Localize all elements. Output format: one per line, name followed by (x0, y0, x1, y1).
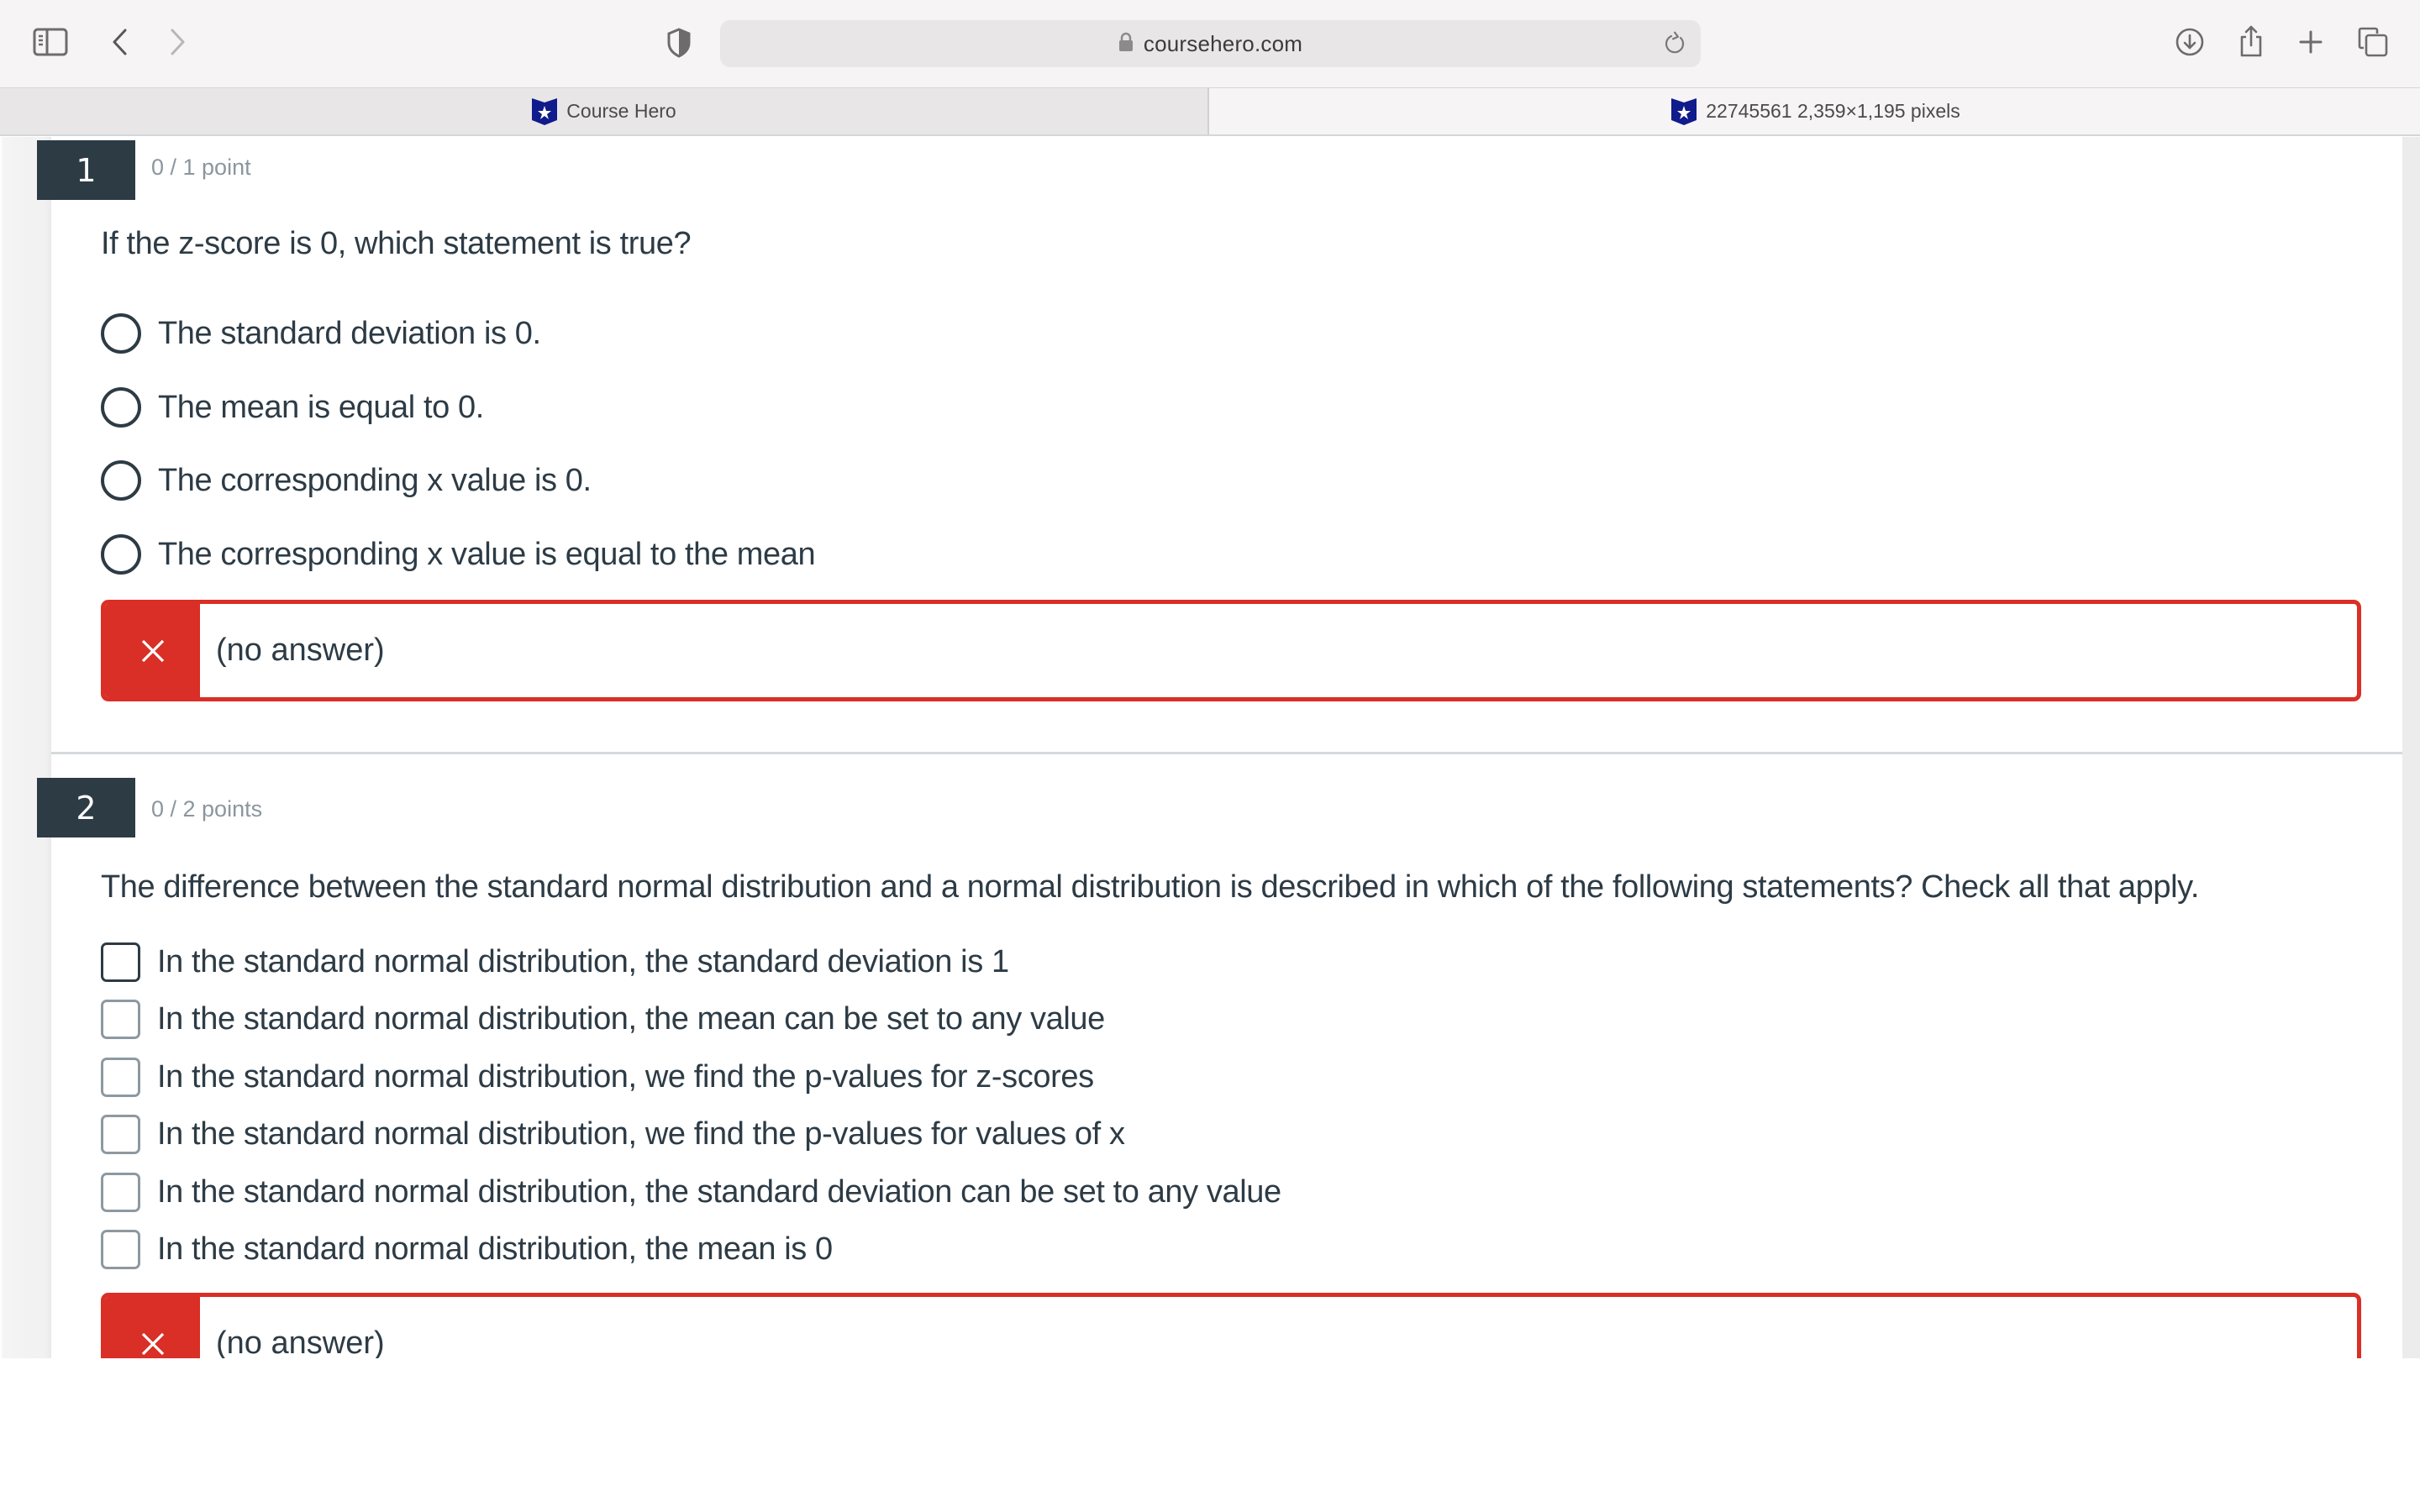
answer-label: In the standard normal distribution, the… (157, 943, 1009, 979)
chevron-right-icon (171, 29, 185, 55)
question-text: The difference between the standard norm… (101, 869, 2200, 905)
answer-option[interactable]: In the standard normal distribution, we … (101, 1053, 1094, 1100)
question-text: If the z-score is 0, which statement is … (101, 226, 692, 261)
answer-label: The mean is equal to 0. (158, 389, 484, 425)
checkbox[interactable] (101, 1057, 140, 1097)
sidebar-icon[interactable] (32, 27, 69, 57)
answer-option[interactable]: The corresponding x value is equal to th… (101, 531, 816, 578)
checkbox[interactable] (101, 1172, 140, 1212)
answer-option[interactable]: The mean is equal to 0. (101, 384, 484, 431)
coursehero-logo-icon (1671, 97, 1697, 125)
feedback-text: (no answer) (216, 1326, 385, 1358)
answer-option[interactable]: In the standard normal distribution, the… (101, 1226, 833, 1273)
question-points: 0 / 2 points (151, 796, 263, 822)
tab-title: 22745561 2,359×1,195 pixels (1706, 100, 1960, 122)
answer-option[interactable]: In the standard normal distribution, the… (101, 938, 1009, 985)
checkbox[interactable] (101, 942, 140, 982)
page-scrollbar-track[interactable] (2402, 137, 2420, 1358)
coursehero-logo-icon (532, 97, 558, 125)
tab-bar: Course Hero 22745561 2,359×1,195 pixels (0, 87, 2420, 136)
answer-label: The corresponding x value is 0. (158, 462, 592, 498)
lock-icon (1118, 32, 1134, 56)
answer-option[interactable]: The standard deviation is 0. (101, 310, 541, 357)
answer-label: The standard deviation is 0. (158, 315, 541, 351)
answer-label: In the standard normal distribution, the… (157, 1173, 1281, 1210)
new-tab-button[interactable] (2298, 29, 2323, 55)
answer-option[interactable]: In the standard normal distribution, the… (101, 995, 1105, 1042)
answer-label: In the standard normal distribution, the… (157, 1000, 1105, 1037)
checkbox[interactable] (101, 1229, 140, 1269)
question-divider (51, 752, 2402, 754)
plus-icon (2299, 30, 2323, 54)
question-number-badge: 1 (37, 140, 135, 200)
share-icon[interactable] (2238, 24, 2265, 59)
page-gutter-left (0, 137, 51, 1358)
chevron-left-icon (113, 29, 127, 55)
shield-icon[interactable] (666, 27, 692, 59)
forward-button[interactable] (166, 25, 190, 59)
radio-button[interactable] (101, 313, 141, 354)
reload-icon[interactable] (1662, 30, 1689, 57)
radio-button[interactable] (101, 387, 141, 428)
x-icon (105, 1297, 200, 1358)
tab-course-hero[interactable]: Course Hero (0, 88, 1209, 134)
radio-button[interactable] (101, 534, 141, 575)
browser-toolbar: coursehero.com (0, 0, 2420, 87)
checkbox[interactable] (101, 999, 140, 1039)
download-icon[interactable] (2175, 27, 2205, 57)
answer-option[interactable]: In the standard normal distribution, we … (101, 1110, 1125, 1158)
question-number-badge: 2 (37, 778, 135, 837)
answer-feedback-incorrect: (no answer) (101, 1293, 2361, 1358)
tabs-icon[interactable] (2358, 27, 2388, 57)
feedback-text: (no answer) (216, 633, 385, 668)
answer-option[interactable]: The corresponding x value is 0. (101, 457, 592, 504)
answer-label: In the standard normal distribution, we … (157, 1058, 1094, 1095)
answer-label: In the standard normal distribution, we … (157, 1116, 1125, 1152)
answer-label: In the standard normal distribution, the… (157, 1231, 833, 1267)
tab-image-view[interactable]: 22745561 2,359×1,195 pixels (1211, 88, 2420, 134)
x-icon (105, 604, 200, 697)
tab-title: Course Hero (566, 100, 676, 122)
answer-label: The corresponding x value is equal to th… (158, 536, 816, 572)
url-text: coursehero.com (1143, 30, 1303, 56)
question-points: 0 / 1 point (151, 155, 251, 180)
quiz-results-page: 1 0 / 1 point If the z-score is 0, which… (0, 137, 2420, 1358)
checkbox[interactable] (101, 1114, 140, 1154)
answer-feedback-incorrect: (no answer) (101, 600, 2361, 701)
answer-option[interactable]: In the standard normal distribution, the… (101, 1168, 1281, 1215)
radio-button[interactable] (101, 460, 141, 501)
back-button[interactable] (108, 25, 131, 59)
address-bar[interactable]: coursehero.com (720, 20, 1701, 67)
